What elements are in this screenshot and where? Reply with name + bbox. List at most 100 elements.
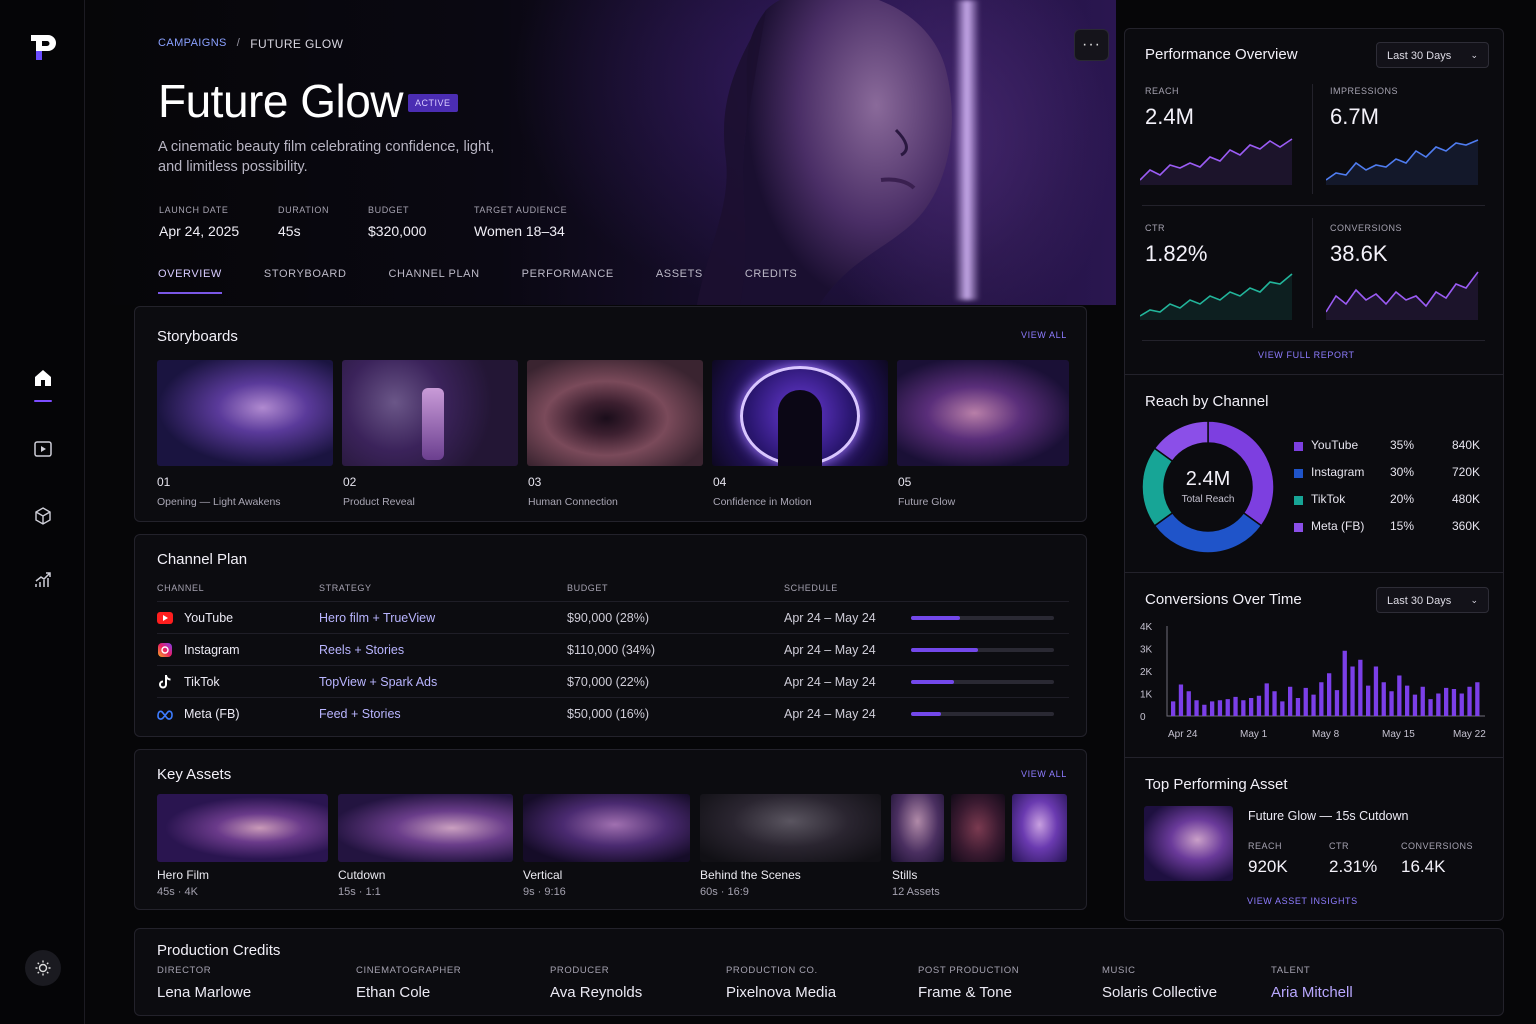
conversion-bar[interactable] [1412,694,1418,716]
conversion-bar[interactable] [1350,666,1355,717]
credit-name: Pixelnova Media [726,984,837,1001]
conversion-bar[interactable] [1295,698,1301,716]
conversion-bar[interactable] [1264,683,1269,716]
conversion-bar[interactable] [1241,700,1246,716]
storyboard-thumb-1[interactable] [157,360,333,466]
conversion-bar[interactable] [1178,684,1184,717]
storyboard-thumb-3[interactable] [527,360,703,466]
table-row[interactable]: Meta (FB) Feed + Stories $50,000 (16%) A… [157,697,1069,729]
conversion-bar[interactable] [1451,689,1457,716]
meta-value: 45s [278,223,301,239]
y-tick-label: 0 [1140,712,1146,723]
conversion-bar[interactable] [1397,675,1402,717]
conversion-bar[interactable] [1475,682,1480,716]
tab-assets[interactable]: ASSETS [656,268,703,294]
breadcrumb-campaigns[interactable]: CAMPAIGNS [158,37,227,51]
key-assets-view-all[interactable]: VIEW ALL [1021,769,1067,779]
conversions-range-select[interactable]: Last 30 Days ⌄ [1376,587,1489,613]
conversion-bar[interactable] [1171,701,1176,716]
tab-storyboard[interactable]: STORYBOARD [264,268,347,294]
brand-logo[interactable] [28,32,60,64]
asset-thumb-behind-the-scenes[interactable] [700,794,881,862]
conversion-bar[interactable] [1186,691,1191,716]
conversion-bar[interactable] [1217,700,1223,716]
tab-overview[interactable]: OVERVIEW [158,268,222,294]
conversion-bar[interactable] [1202,704,1207,716]
conversion-bar[interactable] [1373,666,1379,717]
x-tick-label: May 15 [1382,729,1415,740]
top-asset-thumbnail[interactable] [1144,806,1233,881]
meta-target-audience: TARGET AUDIENCE Women 18–34 [474,205,567,239]
nav-assets[interactable] [29,502,57,530]
conversion-bar[interactable] [1405,685,1410,716]
storyboard-thumb-2[interactable] [342,360,518,466]
storyboard-thumb-5[interactable] [897,360,1069,466]
conversion-bar[interactable] [1233,696,1238,716]
serum-bottle-shape [422,388,444,460]
kpi-label: IMPRESSIONS [1330,86,1399,96]
conversion-bar[interactable] [1327,673,1332,716]
credit-post-production: POST PRODUCTION Frame & Tone [918,965,1019,1001]
asset-thumb-vertical[interactable] [523,794,690,862]
conversion-bar[interactable] [1381,682,1386,716]
nav-home[interactable] [29,364,57,402]
asset-thumb-still-1[interactable] [891,794,944,862]
theme-toggle[interactable] [25,950,61,986]
conversion-bar[interactable] [1288,686,1293,716]
credit-name[interactable]: Aria Mitchell [1271,984,1353,1001]
conversion-bar[interactable] [1194,700,1199,716]
home-icon [35,370,51,386]
kpi-conversions: CONVERSIONS 38.6K [1330,223,1402,267]
y-tick-label: 1K [1140,690,1153,701]
conversion-bar[interactable] [1272,691,1277,716]
conversion-bar[interactable] [1303,687,1308,716]
conversion-bar[interactable] [1358,659,1363,716]
conversion-bar[interactable] [1444,687,1449,716]
nav-analytics[interactable] [29,566,57,594]
asset-thumb-still-3[interactable] [1012,794,1067,862]
stat-label: CONVERSIONS [1401,841,1474,851]
more-options-button[interactable]: ··· [1074,29,1109,61]
tab-performance[interactable]: PERFORMANCE [522,268,614,294]
asset-thumb-cutdown[interactable] [338,794,513,862]
conversion-bar[interactable] [1311,694,1316,716]
performance-range-select[interactable]: Last 30 Days ⌄ [1376,42,1489,68]
conversion-bar[interactable] [1428,699,1433,716]
cube-icon [35,507,51,525]
conversions-title: Conversions Over Time [1145,591,1302,608]
conversions-bar-chart: 4K 3K 2K 1K 0 Apr 24 May 1 May 8 May 15 May 22 [1140,622,1486,740]
asset-thumb-still-2[interactable] [951,794,1005,862]
conversion-bar[interactable] [1334,690,1340,716]
conversion-bar[interactable] [1319,682,1324,716]
col-header-budget: BUDGET [567,583,609,593]
conversion-bar[interactable] [1210,701,1215,716]
conversion-bar[interactable] [1225,699,1230,716]
storyboards-view-all[interactable]: VIEW ALL [1021,330,1067,340]
conversion-bar[interactable] [1342,650,1347,716]
nav-videos[interactable] [29,435,57,463]
conversion-bar[interactable] [1249,698,1254,716]
tab-credits[interactable]: CREDITS [745,268,797,294]
credit-role: POST PRODUCTION [918,965,1020,976]
conversion-bar[interactable] [1420,686,1425,716]
tab-channel-plan[interactable]: CHANNEL PLAN [389,268,480,294]
schedule-progress-fill [911,648,979,652]
conversion-bar[interactable] [1467,686,1472,716]
view-asset-insights-link[interactable]: VIEW ASSET INSIGHTS [1247,896,1358,906]
conversion-bar[interactable] [1436,693,1441,717]
conversion-bar[interactable] [1389,691,1394,716]
storyboard-thumb-4[interactable] [712,360,888,466]
table-row[interactable]: Instagram Reels + Stories $110,000 (34%)… [157,633,1069,665]
credit-production-co: PRODUCTION CO. Pixelnova Media [726,965,836,1001]
storyboard-label: Future Glow [898,496,956,508]
kpi-divider [1312,84,1313,194]
conversion-bar[interactable] [1366,685,1371,716]
table-row[interactable]: YouTube Hero film + TrueView $90,000 (28… [157,601,1069,633]
conversion-bar[interactable] [1256,695,1262,716]
conversion-bar[interactable] [1280,701,1285,716]
table-row[interactable]: TikTok TopView + Spark Ads $70,000 (22%)… [157,665,1069,697]
top-asset-reach: REACH 920K [1248,841,1288,877]
view-full-report-link[interactable]: VIEW FULL REPORT [1258,350,1355,360]
asset-thumb-hero-film[interactable] [157,794,328,862]
conversion-bar[interactable] [1459,693,1464,717]
